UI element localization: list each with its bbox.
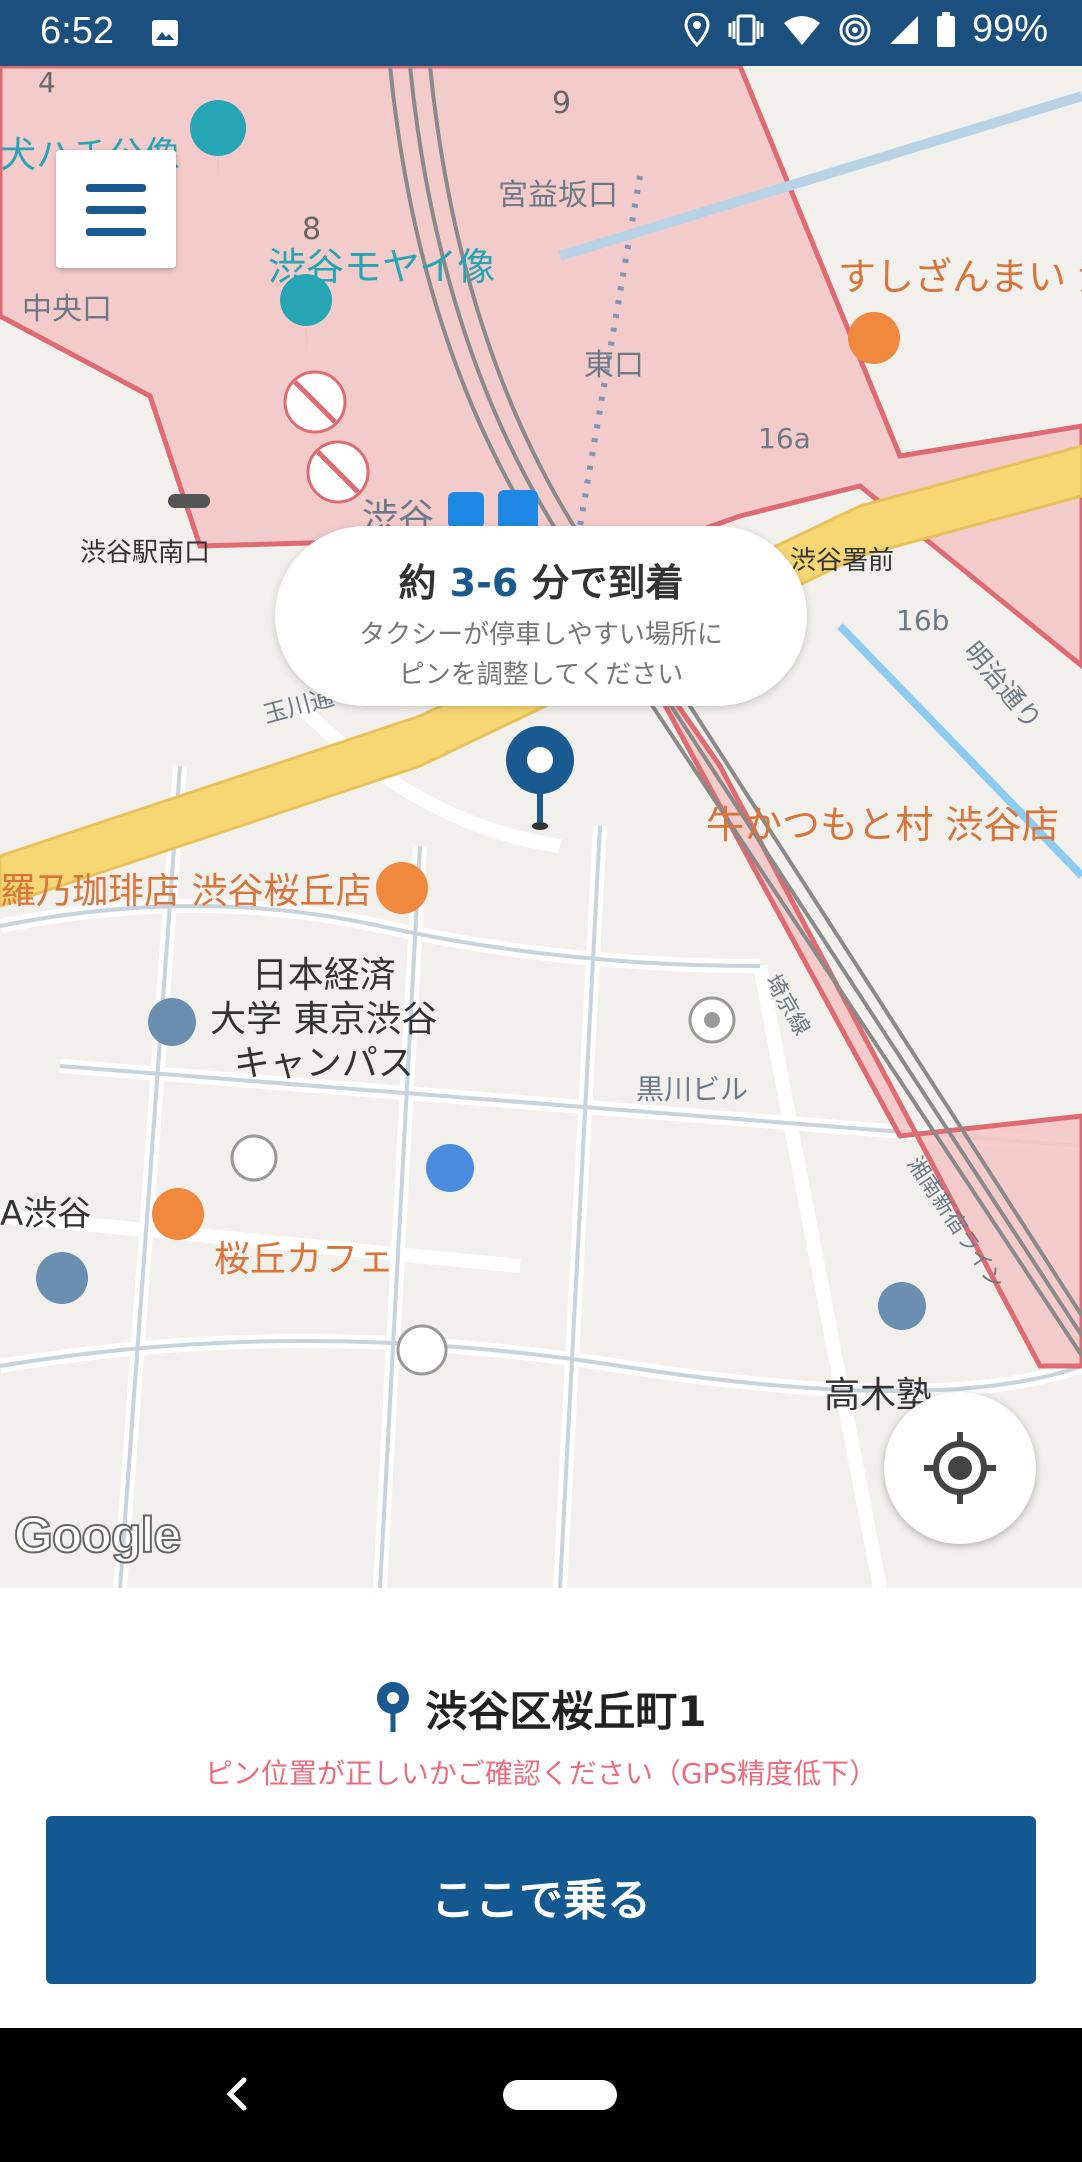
my-location-button[interactable] [884, 1392, 1036, 1544]
map-label-nikkei: 日本経済 大学 東京渋谷 キャンパス [210, 955, 438, 1084]
map-view[interactable]: 4 9 8 犬ハチ公像 渋谷モヤイ像 宮益坂口 中央口 東口 16a 渋谷駅南口… [0, 66, 1082, 1588]
eta-prefix: 約 [398, 561, 450, 605]
google-logo: Google [13, 1506, 182, 1564]
location-icon [684, 12, 710, 47]
menu-icon-line [86, 206, 146, 214]
eta-bubble: 約 3-6 分で到着 タクシーが停車しやすい場所に ピンを調整してください [275, 526, 807, 706]
wifi-icon [783, 15, 820, 45]
home-button[interactable] [503, 2080, 617, 2110]
status-bar: 6:52 99% [0, 0, 1082, 66]
map-label-num4: 4 [38, 66, 56, 99]
map-label-chuo: 中央口 [22, 292, 112, 327]
ride-here-button[interactable]: ここで乗る [46, 1816, 1036, 1984]
vibrate-icon [728, 14, 764, 45]
menu-icon [86, 184, 146, 192]
battery-icon [936, 11, 955, 47]
signal-icon [889, 15, 918, 44]
menu-button[interactable] [56, 150, 176, 268]
map-label-num9: 9 [552, 86, 572, 121]
image-icon [152, 20, 178, 46]
eta-range: 3-6 [449, 561, 519, 605]
back-icon[interactable] [222, 2074, 250, 2114]
map-label-miyamasuzaka: 宮益坂口 [498, 178, 618, 213]
map-label-kurokawa: 黒川ビル [636, 1073, 749, 1106]
gps-warning: ピン位置が正しいかご確認ください（GPS精度低下） [204, 1757, 878, 1790]
status-time: 6:52 [40, 10, 114, 52]
map-label-exit16a: 16a [758, 422, 811, 455]
pickup-address-text: 渋谷区桜丘町1 [425, 1687, 707, 1736]
pickup-address: 渋谷区桜丘町1 [0, 1678, 1082, 1739]
eta-suffix: 分で到着 [518, 561, 684, 605]
menu-icon-line [86, 228, 146, 236]
eta-hint: タクシーが停車しやすい場所に ピンを調整してください [275, 615, 807, 695]
map-label-shibuya-left: A渋谷 [0, 1194, 92, 1234]
map-label-coffee: 羅乃珈琲店 渋谷桜丘店 [0, 871, 372, 912]
pin-icon [377, 1682, 410, 1732]
map-label-higashi: 東口 [584, 348, 644, 383]
eta-hint-line2: ピンを調整してください [398, 660, 684, 690]
map-label-gyukatsu: 牛かつもと村 渋谷店 [706, 803, 1060, 847]
map-label-moyai: 渋谷モヤイ像 [268, 245, 496, 289]
map-label-exit16b: 16b [896, 604, 950, 637]
hotspot-icon [839, 14, 871, 45]
map-label-minami: 渋谷駅南口 [80, 538, 211, 568]
battery-level: 99% [971, 8, 1048, 50]
crosshair-icon [924, 1432, 996, 1504]
map-label-sakuragaoka-cafe: 桜丘カフェ [214, 1239, 395, 1280]
eta-text: 約 3-6 分で到着 [275, 552, 807, 607]
system-nav-bar [0, 2028, 1082, 2162]
map-label-sushi: すしざんまい 渋 [838, 255, 1082, 299]
pickup-panel: 渋谷区桜丘町1 ピン位置が正しいかご確認ください（GPS精度低下） ここで乗る [0, 1588, 1082, 2028]
eta-hint-line1: タクシーが停車しやすい場所に [359, 620, 723, 650]
